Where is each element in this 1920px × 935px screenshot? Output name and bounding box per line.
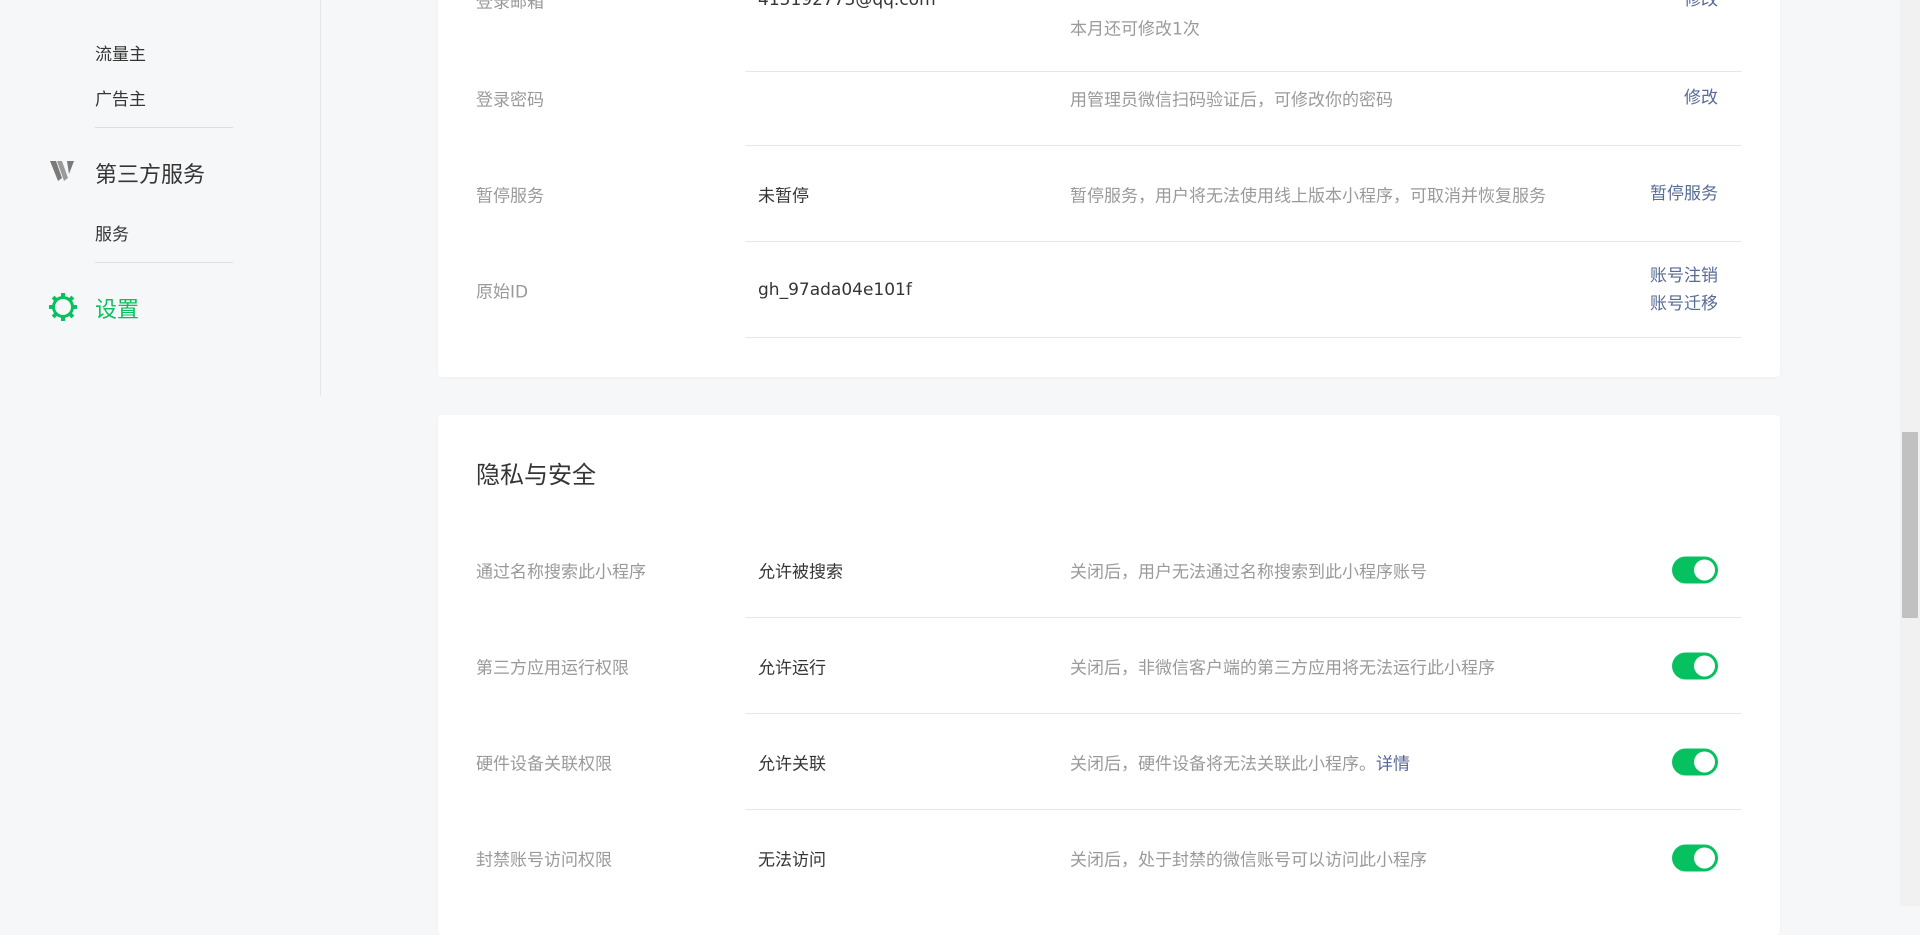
sidebar-item-settings[interactable]: 设置 [95,292,139,324]
toggle-knob [1694,751,1715,773]
email-value: 415192773@qq.com [758,0,936,10]
details-link[interactable]: 详情 [1376,755,1410,775]
row-pause-service: 暂停服务 未暂停 暂停服务，用户将无法使用线上版本小程序，可取消并恢复服务 暂停… [438,146,1780,242]
third-party-run-toggle[interactable] [1672,652,1718,680]
row-banned-access: 封禁账号访问权限 无法访问 关闭后，处于封禁的微信账号可以访问此小程序 [438,810,1780,906]
row-desc: 关闭后，非微信客户端的第三方应用将无法运行此小程序 [1070,658,1495,679]
account-info-card: 登录邮箱 415192773@qq.com 本月还可修改1次 修改 登录密码 用… [438,0,1780,377]
row-desc: 关闭后，硬件设备将无法关联此小程序。详情 [1070,750,1410,775]
search-by-name-toggle[interactable] [1672,556,1718,584]
row-desc: 关闭后，用户无法通过名称搜索到此小程序账号 [1070,562,1427,583]
edit-password-button[interactable]: 修改 [1684,84,1718,112]
row-desc: 关闭后，处于封禁的微信账号可以访问此小程序 [1070,850,1427,871]
sidebar-section-third-party[interactable]: 第三方服务 [95,157,205,189]
sidebar-item-advertiser[interactable]: 广告主 [95,85,146,110]
account-migrate-link[interactable]: 账号迁移 [1650,290,1718,318]
sidebar-item-traffic-owner[interactable]: 流量主 [95,40,146,65]
account-actions: 账号注销 账号迁移 [1650,262,1718,318]
banned-access-toggle[interactable] [1672,844,1718,872]
row-label: 硬件设备关联权限 [476,754,612,775]
toggle-knob [1694,847,1715,869]
row-desc-text: 关闭后，硬件设备将无法关联此小程序。 [1070,754,1376,775]
row-desc: 用管理员微信扫码验证后，可修改你的密码 [1070,90,1393,111]
original-id-value: gh_97ada04e101f [758,280,912,300]
section-title: 隐私与安全 [476,461,596,489]
row-value: 无法访问 [758,850,826,871]
row-label: 封禁账号访问权限 [476,850,612,871]
row-value: 允许被搜索 [758,562,843,583]
sidebar-divider [95,127,233,128]
pause-status-value: 未暂停 [758,186,809,207]
row-value: 允许关联 [758,754,826,775]
row-third-party-run: 第三方应用运行权限 允许运行 关闭后，非微信客户端的第三方应用将无法运行此小程序 [438,618,1780,714]
privacy-security-card: 隐私与安全 通过名称搜索此小程序 允许被搜索 关闭后，用户无法通过名称搜索到此小… [438,415,1780,935]
row-original-id: 原始ID gh_97ada04e101f 账号注销 账号迁移 [438,242,1780,338]
account-cancel-link[interactable]: 账号注销 [1650,262,1718,290]
scrollbar-thumb[interactable] [1902,432,1918,618]
row-search-by-name: 通过名称搜索此小程序 允许被搜索 关闭后，用户无法通过名称搜索到此小程序账号 [438,522,1780,618]
row-label: 通过名称搜索此小程序 [476,562,646,583]
edit-email-button[interactable]: 修改 [1684,0,1718,14]
row-label: 暂停服务 [476,186,544,207]
vertical-scrollbar[interactable] [1900,0,1920,906]
row-divider [745,337,1742,338]
row-desc: 本月还可修改1次 [1070,19,1200,40]
row-label: 原始ID [476,282,529,303]
pause-service-button[interactable]: 暂停服务 [1650,180,1718,208]
gear-icon [48,292,78,326]
row-value: 允许运行 [758,658,826,679]
row-label: 第三方应用运行权限 [476,658,629,679]
sidebar: 流量主 广告主 第三方服务 服务 设置 [0,0,321,396]
sidebar-divider [95,262,233,263]
toggle-knob [1694,655,1715,677]
row-hardware-link: 硬件设备关联权限 允许关联 关闭后，硬件设备将无法关联此小程序。详情 [438,714,1780,810]
row-label: 登录邮箱 [476,0,544,13]
third-party-logo-icon [48,158,76,188]
row-login-password: 登录密码 用管理员微信扫码验证后，可修改你的密码 修改 [438,50,1780,146]
hardware-link-toggle[interactable] [1672,748,1718,776]
toggle-knob [1694,559,1715,581]
row-desc: 暂停服务，用户将无法使用线上版本小程序，可取消并恢复服务 [1070,186,1546,207]
row-label: 登录密码 [476,90,544,111]
sidebar-item-services[interactable]: 服务 [95,220,129,245]
